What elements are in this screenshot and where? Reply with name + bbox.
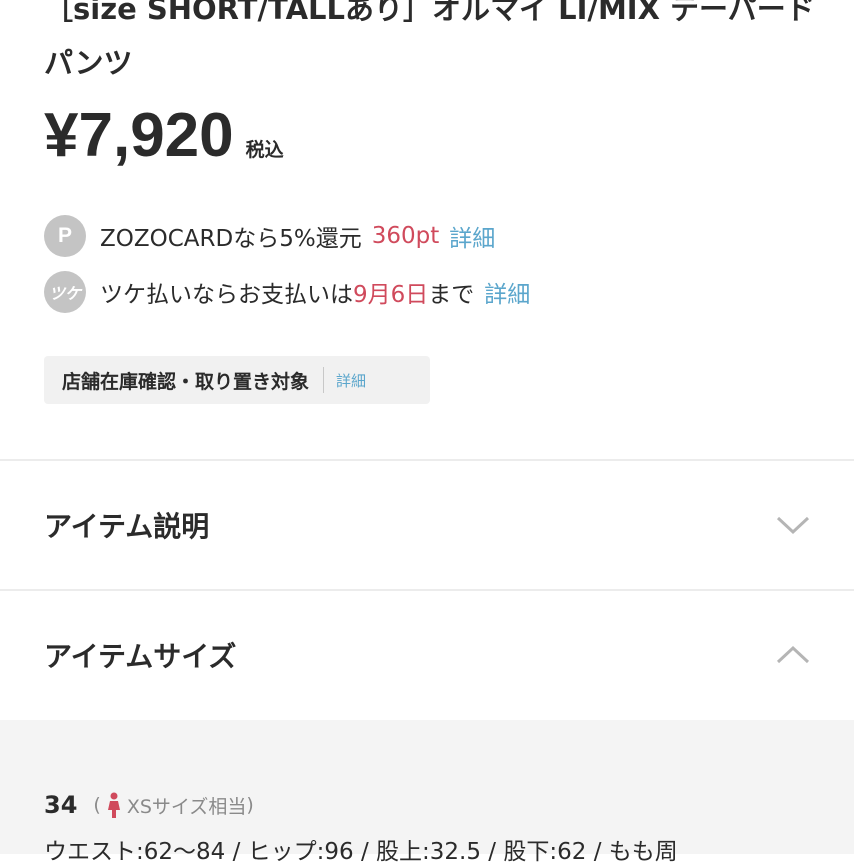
store-stock-badge[interactable]: 店舗在庫確認・取り置き対象 詳細 bbox=[44, 356, 430, 404]
price: ¥7,920 bbox=[44, 101, 234, 170]
product-title: ［size SHORT/TALLあり］オルマイ LI/MIX テーパード パンツ bbox=[44, 0, 815, 80]
points-value: 360pt bbox=[371, 223, 440, 249]
chevron-down-icon[interactable] bbox=[776, 514, 810, 536]
size-measurements: ウエスト:62～84 / ヒップ:96 / 股上:32.5 / 股下:62 / … bbox=[44, 839, 678, 865]
points-row: P ZOZOCARDなら5%還元 360pt 詳細 bbox=[44, 214, 495, 258]
size-equivalent-note: ( XSサイズ相当 ) bbox=[93, 792, 254, 819]
chevron-up-icon[interactable] bbox=[776, 644, 810, 666]
points-p-icon: P bbox=[44, 215, 86, 257]
size-number: 34 bbox=[44, 791, 78, 819]
accordion-item-size[interactable]: アイテムサイズ bbox=[0, 591, 854, 719]
tsuke-text-after: まで bbox=[428, 282, 475, 308]
store-stock-label: 店舗在庫確認・取り置き対象 bbox=[62, 370, 310, 393]
size-note-close: ) bbox=[246, 794, 254, 816]
store-detail-link[interactable]: 詳細 bbox=[336, 370, 366, 391]
accordion-item-description[interactable]: アイテム説明 bbox=[0, 461, 854, 589]
points-text: ZOZOCARDなら5%還元 bbox=[100, 226, 362, 252]
size-title: アイテムサイズ bbox=[44, 640, 237, 673]
person-icon bbox=[107, 792, 120, 818]
points-detail-link[interactable]: 詳細 bbox=[449, 219, 495, 253]
size-note-open: ( bbox=[93, 794, 101, 816]
tax-label: 税込 bbox=[245, 139, 284, 161]
tsuke-text-before: ツケ払いならお支払いは bbox=[100, 282, 353, 308]
size-header: 34 ( XSサイズ相当 ) bbox=[44, 788, 254, 822]
size-note-text: XSサイズ相当 bbox=[126, 795, 247, 818]
tsuke-icon: ツケ bbox=[44, 271, 86, 313]
store-separator bbox=[323, 367, 325, 393]
price-row: ¥7,920 税込 bbox=[44, 100, 284, 170]
tsuke-detail-link[interactable]: 詳細 bbox=[484, 275, 530, 309]
tsuke-row: ツケ ツケ払いならお支払いは 9月6日 まで 詳細 bbox=[44, 270, 530, 314]
description-title: アイテム説明 bbox=[44, 510, 210, 543]
size-panel: 34 ( XSサイズ相当 ) ウエスト:62～84 / ヒップ:96 / 股上:… bbox=[0, 720, 854, 865]
tsuke-date: 9月6日 bbox=[353, 282, 429, 308]
